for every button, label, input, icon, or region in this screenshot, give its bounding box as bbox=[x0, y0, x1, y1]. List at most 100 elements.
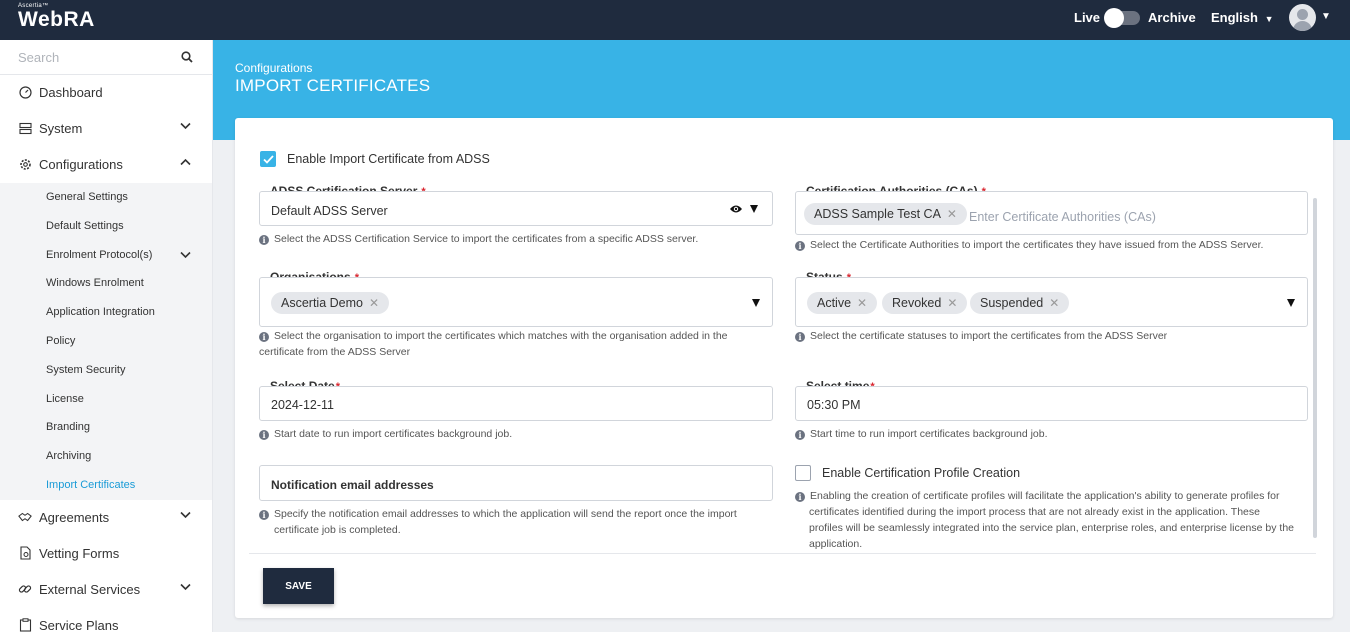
submenu-item-windows-enrolment[interactable]: Windows Enrolment bbox=[46, 277, 144, 289]
date-value: 2024-12-11 bbox=[271, 398, 335, 412]
submenu-item-enrolment-protocols[interactable]: Enrolment Protocol(s) bbox=[46, 249, 152, 261]
submenu-item-archiving[interactable]: Archiving bbox=[46, 450, 91, 462]
status-chip-active: Active ✕ bbox=[807, 292, 878, 314]
sidebar-item-label: Dashboard bbox=[39, 84, 103, 100]
adss-server-hint-text: Select the ADSS Certification Service to… bbox=[274, 233, 699, 245]
notification-email-input[interactable]: Notification email addresses bbox=[259, 465, 773, 501]
sidebar-item-dashboard[interactable]: Dashboard bbox=[0, 74, 212, 110]
eye-icon[interactable] bbox=[729, 204, 743, 214]
user-menu-chevron-icon[interactable]: ▼ bbox=[1321, 11, 1331, 22]
sidebar-item-label: System bbox=[39, 120, 83, 136]
cas-hint: i Select the Certificate Authorities to i… bbox=[795, 237, 1263, 253]
date-hint: i Start date to run import certificates b… bbox=[259, 426, 512, 442]
sidebar-item-agreements[interactable]: Agreements bbox=[0, 499, 212, 535]
status-chip-label: Revoked bbox=[892, 296, 942, 310]
configurations-submenu: General Settings Default Settings Enrolm… bbox=[0, 183, 212, 500]
sidebar-item-system[interactable]: System bbox=[0, 110, 212, 146]
gear-icon bbox=[18, 157, 32, 171]
profile-hint-line1: Enabling the creation of certificate pro… bbox=[810, 490, 1280, 502]
ca-chip-label: ADSS Sample Test CA bbox=[814, 207, 941, 221]
date-input[interactable]: 2024-12-11 bbox=[259, 386, 773, 421]
cas-multiselect[interactable]: ADSS Sample Test CA ✕ Enter Certificate A… bbox=[795, 191, 1308, 235]
breadcrumb[interactable]: Configurations bbox=[235, 61, 312, 75]
chevron-down-icon: ▼ bbox=[1264, 14, 1274, 24]
remove-chip-icon[interactable]: ✕ bbox=[369, 296, 379, 310]
time-hint: i Start time to run import certificates b… bbox=[795, 426, 1048, 442]
save-button[interactable]: SAVE bbox=[263, 568, 334, 604]
cas-hint-text: Select the Certificate Authorities to im… bbox=[810, 239, 1264, 251]
organisations-multiselect[interactable]: Ascertia Demo ✕ bbox=[259, 277, 773, 327]
submenu-item-policy[interactable]: Policy bbox=[46, 335, 75, 347]
profile-hint-line2: certificates identified during the impor… bbox=[809, 506, 1260, 518]
avatar-body bbox=[1293, 21, 1312, 31]
live-label: Live bbox=[1074, 10, 1101, 25]
sidebar-item-vetting-forms[interactable]: Vetting Forms bbox=[0, 535, 212, 571]
info-icon: i bbox=[795, 430, 805, 440]
remove-chip-icon[interactable]: ✕ bbox=[857, 296, 867, 310]
enable-import-label: Enable Import Certificate from ADSS bbox=[287, 152, 490, 166]
info-icon: i bbox=[795, 241, 805, 251]
switch-knob bbox=[1104, 7, 1125, 28]
submenu-item-branding[interactable]: Branding bbox=[46, 421, 90, 433]
sidebar-item-configurations[interactable]: Configurations bbox=[0, 146, 212, 182]
adss-server-hint: i Select the ADSS Certification Service t… bbox=[259, 231, 698, 247]
chevron-down-icon[interactable] bbox=[180, 251, 191, 259]
user-avatar[interactable] bbox=[1289, 4, 1316, 31]
search-icon[interactable] bbox=[181, 51, 193, 63]
status-chip-label: Suspended bbox=[980, 296, 1044, 310]
form-scrollbar[interactable] bbox=[1313, 198, 1317, 538]
time-input[interactable]: 05:30 PM bbox=[795, 386, 1308, 421]
live-archive-toggle: Live Archive bbox=[1074, 7, 1196, 28]
archive-label: Archive bbox=[1148, 10, 1196, 25]
speedometer-icon bbox=[18, 85, 32, 99]
webra-logo[interactable]: Ascertia™ WebRA bbox=[18, 3, 95, 31]
info-icon: i bbox=[795, 332, 805, 342]
ca-chip: ADSS Sample Test CA ✕ bbox=[804, 203, 967, 225]
chevron-down-icon bbox=[180, 511, 191, 519]
adss-server-select[interactable]: Default ADSS Server bbox=[259, 191, 773, 226]
sidebar: Dashboard System Configurations General … bbox=[0, 40, 213, 632]
live-archive-switch[interactable] bbox=[1104, 7, 1141, 28]
top-bar: Ascertia™ WebRA Live Archive English ▼ ▼ bbox=[0, 0, 1350, 40]
organisations-hint-line1: Select the organisation to import the ce… bbox=[274, 330, 728, 342]
info-icon: i bbox=[259, 510, 269, 520]
enable-profile-creation-label: Enable Certification Profile Creation bbox=[822, 466, 1021, 480]
document-search-icon bbox=[18, 546, 32, 560]
status-hint: i Select the certificate statuses to impo… bbox=[795, 328, 1167, 344]
status-chip-suspended: Suspended ✕ bbox=[970, 292, 1070, 314]
enable-profile-creation-checkbox[interactable] bbox=[795, 465, 811, 481]
sidebar-item-label: Agreements bbox=[39, 509, 110, 525]
notification-hint-line1: Specify the notification email addresses… bbox=[274, 508, 737, 520]
organisations-hint-line2: certificate from the ADSS Server bbox=[259, 346, 411, 358]
submenu-item-system-security[interactable]: System Security bbox=[46, 364, 125, 376]
notification-hint-line2: certificate job is completed. bbox=[274, 524, 401, 536]
submenu-item-application-integration[interactable]: Application Integration bbox=[46, 306, 155, 318]
sidebar-item-label: Service Plans bbox=[39, 617, 119, 632]
avatar-head bbox=[1297, 9, 1308, 20]
profile-hint-line3: profiles will be seamlessly integrated i… bbox=[809, 522, 1294, 534]
chevron-down-icon bbox=[180, 122, 191, 130]
search-input[interactable] bbox=[0, 40, 170, 74]
import-certificates-form: Enable Import Certificate from ADSS ADSS… bbox=[235, 118, 1333, 618]
submenu-item-default-settings[interactable]: Default Settings bbox=[46, 220, 124, 232]
enable-import-checkbox[interactable] bbox=[260, 151, 276, 167]
remove-chip-icon[interactable]: ✕ bbox=[947, 296, 957, 310]
remove-chip-icon[interactable]: ✕ bbox=[947, 207, 957, 221]
server-icon bbox=[18, 121, 32, 135]
profile-hint-line4: application. bbox=[809, 538, 863, 550]
sidebar-item-label: External Services bbox=[39, 581, 141, 597]
remove-chip-icon[interactable]: ✕ bbox=[1049, 296, 1059, 310]
submenu-item-import-certificates[interactable]: Import Certificates bbox=[46, 479, 135, 491]
language-label: English bbox=[1211, 10, 1258, 25]
sidebar-item-service-plans[interactable]: Service Plans bbox=[0, 607, 212, 632]
status-multiselect[interactable]: Active ✕ Revoked ✕ Suspended ✕ bbox=[795, 277, 1308, 327]
submenu-item-license[interactable]: License bbox=[46, 393, 84, 405]
chevron-up-icon bbox=[180, 158, 191, 166]
submenu-item-general-settings[interactable]: General Settings bbox=[46, 191, 128, 203]
sidebar-item-external-services[interactable]: External Services bbox=[0, 571, 212, 607]
status-chip-label: Active bbox=[817, 296, 852, 310]
link-icon bbox=[18, 582, 32, 596]
organisation-chip-label: Ascertia Demo bbox=[281, 296, 363, 310]
language-selector[interactable]: English ▼ bbox=[1211, 10, 1274, 25]
profile-creation-hint: i Enabling the creation of certificate pr… bbox=[795, 488, 1294, 552]
